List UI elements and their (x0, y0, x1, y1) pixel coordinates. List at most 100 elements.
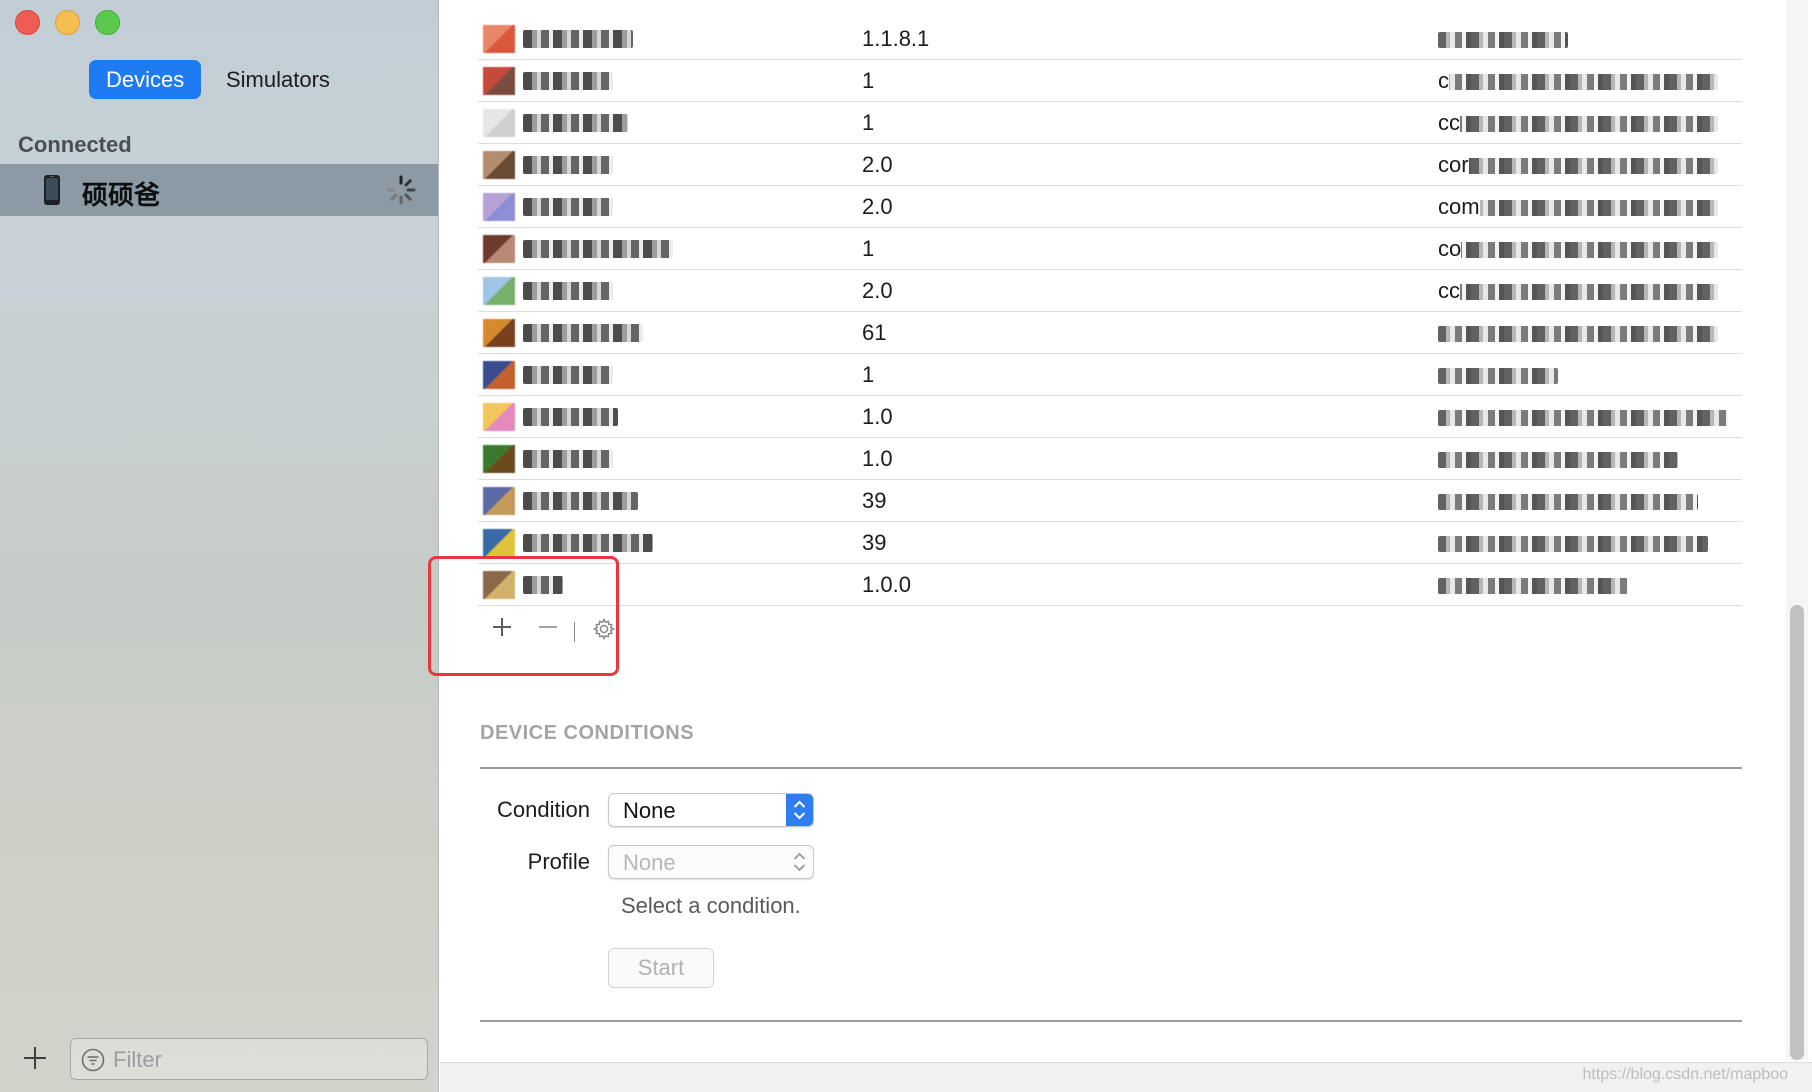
condition-popup[interactable]: None (608, 793, 814, 827)
device-name: 硕硕爸 (82, 180, 161, 210)
app-version: 1 (862, 362, 875, 387)
app-version: 2.0 (862, 278, 893, 303)
app-icon (483, 151, 515, 179)
app-name-redacted (523, 408, 618, 426)
app-icon (483, 361, 515, 389)
app-icon (483, 235, 515, 263)
section-divider (480, 1020, 1742, 1022)
bundle-id-prefix: co (1438, 236, 1462, 262)
app-version: 2.0 (862, 194, 893, 219)
app-version: 1.1.8.1 (862, 26, 930, 51)
app-name-redacted (523, 156, 613, 174)
app-name-redacted (523, 198, 613, 216)
app-icon (483, 403, 515, 431)
annotation-highlight-box (428, 556, 619, 676)
condition-value: None (623, 798, 676, 823)
app-icon (483, 67, 515, 95)
table-row[interactable]: 1.0.0 (478, 564, 1742, 606)
table-row[interactable]: 1.0 (478, 438, 1742, 480)
app-name-redacted (523, 366, 613, 384)
profile-value: None (623, 850, 676, 875)
start-button[interactable]: Start (608, 948, 714, 988)
close-window-button[interactable] (15, 10, 40, 35)
filter-icon (81, 1048, 105, 1072)
app-name-redacted (523, 30, 633, 48)
bundle-id-redacted (1438, 536, 1708, 552)
bundle-id-redacted (1438, 410, 1728, 426)
app-version: 1 (862, 110, 875, 135)
bundle-id-redacted (1438, 452, 1678, 468)
sidebar: Devices Simulators Connected 硕硕爸 Filter (0, 0, 439, 1092)
table-row[interactable]: 39 (478, 480, 1742, 522)
condition-hint: Select a condition. (621, 893, 801, 918)
app-icon (483, 193, 515, 221)
app-name-redacted (523, 114, 628, 132)
table-row[interactable]: 1.1.8.1 (478, 18, 1742, 60)
add-device-icon[interactable] (22, 1045, 48, 1071)
app-name-redacted (523, 282, 613, 300)
condition-label: Condition (497, 797, 590, 822)
app-version: 39 (862, 488, 887, 513)
app-version: 1.0.0 (862, 572, 911, 597)
table-row[interactable]: 1 (478, 354, 1742, 396)
app-name-redacted (523, 72, 613, 90)
filter-field[interactable]: Filter (70, 1038, 428, 1080)
app-version: 1 (862, 68, 875, 93)
bundle-id-prefix: cc (1438, 278, 1460, 304)
iphone-icon (44, 175, 60, 205)
table-row[interactable]: 2.0 cc (478, 270, 1742, 312)
bundle-id-redacted (1438, 74, 1718, 90)
bundle-id-redacted (1438, 494, 1698, 510)
app-version: 61 (862, 320, 887, 345)
app-icon (483, 529, 515, 557)
app-icon (483, 277, 515, 305)
app-name-redacted (523, 534, 653, 552)
device-list-item[interactable]: 硕硕爸 (0, 164, 438, 216)
app-icon (483, 25, 515, 53)
table-row[interactable]: 1.0 (478, 396, 1742, 438)
app-name-redacted (523, 492, 638, 510)
table-row[interactable]: 1c (478, 60, 1742, 102)
minimize-window-button[interactable] (55, 10, 80, 35)
table-row[interactable]: 2.0 cor (478, 144, 1742, 186)
zoom-window-button[interactable] (95, 10, 120, 35)
loading-spinner-icon (386, 175, 416, 205)
bundle-id-redacted (1438, 32, 1568, 48)
bundle-id-prefix: com (1438, 194, 1480, 220)
section-header-connected: Connected (18, 132, 132, 157)
app-icon (483, 319, 515, 347)
app-version: 1.0 (862, 446, 893, 471)
scrollbar-thumb[interactable] (1790, 605, 1804, 1060)
tab-devices[interactable]: Devices (89, 60, 202, 99)
popup-arrows-icon (786, 846, 813, 878)
profile-popup[interactable]: None (608, 845, 814, 879)
table-row[interactable]: 1 cc (478, 102, 1742, 144)
bundle-id-redacted (1438, 578, 1628, 594)
device-conditions-heading: DEVICE CONDITIONS (480, 722, 695, 744)
app-version: 39 (862, 530, 887, 555)
bundle-id-redacted (1438, 326, 1718, 342)
bundle-id-prefix: cc (1438, 110, 1460, 136)
bundle-id-redacted (1438, 368, 1558, 384)
app-version: 1 (862, 236, 875, 261)
app-icon (483, 445, 515, 473)
watermark: https://blog.csdn.net/mapboo (1582, 1066, 1788, 1083)
section-divider (480, 767, 1742, 769)
app-version: 1.0 (862, 404, 893, 429)
table-row[interactable]: 1 co (478, 228, 1742, 270)
bundle-id-redacted (1438, 284, 1718, 300)
table-row[interactable]: 61 (478, 312, 1742, 354)
tab-simulators[interactable]: Simulators (209, 60, 347, 99)
bundle-id-prefix: c (1438, 68, 1449, 94)
bundle-id-redacted (1438, 200, 1718, 216)
table-row[interactable]: 39 (478, 522, 1742, 564)
app-name-redacted (523, 450, 613, 468)
table-row[interactable]: 2.0 com (478, 186, 1742, 228)
app-version: 2.0 (862, 152, 893, 177)
app-name-redacted (523, 324, 643, 342)
app-icon (483, 487, 515, 515)
bundle-id-redacted (1438, 116, 1718, 132)
filter-placeholder: Filter (113, 1047, 162, 1072)
app-name-redacted (523, 240, 673, 258)
app-icon (483, 109, 515, 137)
